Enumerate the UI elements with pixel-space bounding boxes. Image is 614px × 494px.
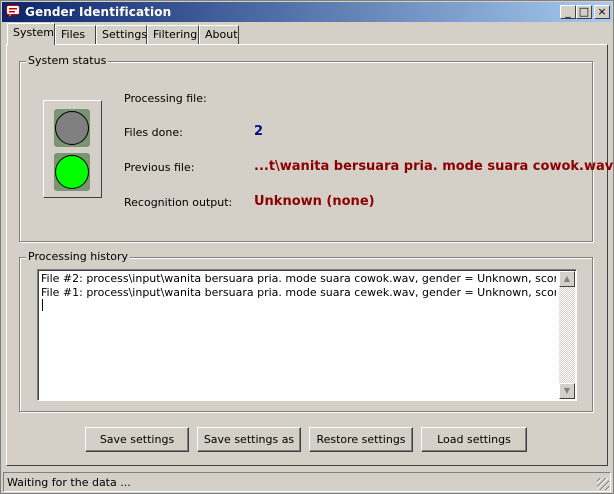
minimize-button[interactable]: _ [560,5,576,19]
processing-history-legend: Processing history [26,250,131,263]
tab-settings[interactable]: Settings [96,25,147,44]
save-settings-button[interactable]: Save settings [85,427,189,452]
tab-about[interactable]: About [199,25,239,44]
close-button[interactable]: × [594,5,610,19]
restore-settings-button[interactable]: Restore settings [309,427,413,452]
recognition-output-label: Recognition output: [124,196,233,209]
load-settings-button[interactable]: Load settings [421,427,527,452]
status-bar: Waiting for the data ... [3,472,611,492]
traffic-light [43,100,102,198]
status-light-off-icon [55,111,89,145]
previous-file-label: Previous file: [124,161,195,174]
history-line: File #2: process\input\wanita bersuara p… [41,272,556,285]
status-text: Waiting for the data ... [7,476,131,489]
tab-system[interactable]: System [7,23,55,45]
window-title: Gender Identification [25,5,172,19]
tab-files[interactable]: Files [55,25,96,44]
system-status-legend: System status [26,54,109,67]
status-light-on-icon [55,155,89,189]
previous-file-value: ...t\wanita bersuara pria. mode suara co… [254,159,614,174]
scroll-up-icon[interactable]: ▲ [559,271,575,287]
app-icon [6,5,20,18]
resize-grip-icon[interactable] [597,478,609,490]
history-scrollbar[interactable]: ▲ ▼ [559,271,575,399]
bottom-light-well [54,153,90,191]
history-line: File #1: process\input\wanita bersuara p… [41,286,556,299]
system-status-group: System status [19,54,593,242]
recognition-output-value: Unknown (none) [254,194,375,209]
scroll-down-icon[interactable]: ▼ [559,383,575,399]
save-settings-as-button[interactable]: Save settings as [197,427,301,452]
history-lines: File #2: process\input\wanita bersuara p… [41,272,556,300]
title-bar[interactable]: Gender Identification _ □ × [2,2,612,22]
files-done-label: Files done: [124,126,183,139]
history-textarea[interactable]: File #2: process\input\wanita bersuara p… [37,269,577,401]
maximize-button[interactable]: □ [576,5,592,19]
top-light-well [54,109,90,147]
processing-file-label: Processing file: [124,92,207,105]
text-caret [42,299,43,311]
files-done-value: 2 [254,124,264,139]
tab-filtering[interactable]: Filtering [147,25,199,44]
app-window: Gender Identification _ □ × System Files… [0,0,614,494]
